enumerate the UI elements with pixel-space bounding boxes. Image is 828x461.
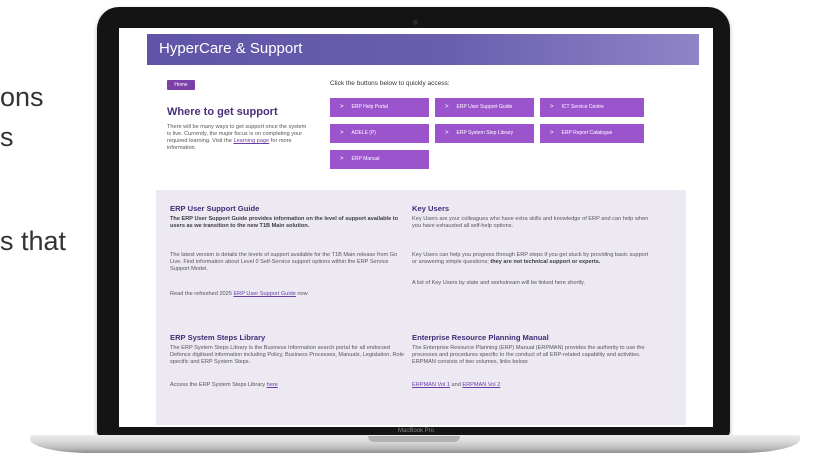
quick-button-label: ERP User Support Guide: [456, 104, 513, 110]
quick-button-erp-manual[interactable]: > ERP Manual: [330, 150, 429, 169]
key-users-list-note: A list of Key Users by state and workstr…: [412, 280, 586, 286]
key-users-disclaimer: they are not technical support or expert…: [490, 259, 601, 265]
quick-button-label: ERP Help Portal: [351, 104, 388, 110]
chevron-right-icon: >: [340, 156, 344, 162]
quick-access-intro: Click the buttons below to quickly acces…: [330, 80, 450, 87]
quick-button-erp-help-portal[interactable]: > ERP Help Portal: [330, 98, 429, 117]
quick-button-label: ERP Manual: [351, 156, 380, 162]
quick-button-adele[interactable]: > ADELE (P): [330, 124, 429, 143]
page-banner: HyperCare & Support: [147, 34, 699, 65]
quick-button-ict-service-centre[interactable]: > ICT Service Centre: [540, 98, 644, 117]
quick-button-report-catalogue[interactable]: > ERP Report Catalogue: [540, 124, 644, 143]
home-button[interactable]: Home: [167, 80, 195, 90]
user-support-guide-link[interactable]: ERP User Support Guide: [233, 291, 295, 297]
manual-body: The Enterprise Resource Planning (ERP) M…: [412, 345, 645, 365]
laptop-screen: HyperCare & Support Home Click the butto…: [119, 28, 713, 427]
quick-button-label: ADELE (P): [351, 130, 376, 136]
quick-button-label: ICT Service Centre: [561, 104, 604, 110]
steps-library-heading: ERP System Steps Library: [170, 333, 266, 342]
device-brand-label: MacBook Pro: [398, 428, 435, 434]
manual-links: ERPMAN Vol 1 and ERPMAN Vol 2: [412, 382, 652, 389]
quick-button-user-support-guide[interactable]: > ERP User Support Guide: [435, 98, 534, 117]
chevron-right-icon: >: [445, 130, 449, 136]
where-support-heading: Where to get support: [167, 106, 278, 118]
steps-library-body: The ERP System Steps Library is the Busi…: [170, 345, 405, 365]
laptop-notch: [368, 436, 460, 442]
steps-library-access: Access the ERP System Steps Library here: [170, 382, 408, 389]
info-panel: ERP User Support Guide The ERP User Supp…: [156, 190, 686, 425]
user-guide-heading: ERP User Support Guide: [170, 204, 260, 213]
key-users-heading: Key Users: [412, 204, 450, 213]
user-guide-details: The latest version is details the levels…: [170, 252, 398, 272]
read-suffix: now: [295, 291, 308, 297]
where-support-text: There will be many ways to get support o…: [167, 124, 309, 152]
steps-library-link[interactable]: here: [267, 382, 278, 388]
chevron-right-icon: >: [445, 104, 449, 110]
quick-button-system-step-library[interactable]: > ERP System Step Library: [435, 124, 534, 143]
key-users-help: Key Users can help you progress through …: [412, 252, 652, 266]
page-title: HyperCare & Support: [159, 40, 303, 57]
background-text-1: ons: [0, 82, 44, 112]
learning-page-link[interactable]: Learning page: [233, 138, 269, 144]
manual-links-and: and: [449, 382, 463, 388]
background-text-3: s that: [0, 226, 67, 256]
chevron-right-icon: >: [340, 104, 344, 110]
steps-access-prefix: Access the ERP System Steps Library: [170, 382, 267, 388]
key-users-lead: Key Users are your colleagues who have e…: [412, 216, 649, 229]
erpman-vol1-link[interactable]: ERPMAN Vol 1: [412, 382, 450, 388]
chevron-right-icon: >: [550, 104, 554, 110]
chevron-right-icon: >: [550, 130, 554, 136]
background-text-2: s: [0, 122, 14, 152]
quick-button-label: ERP Report Catalogue: [561, 130, 613, 136]
chevron-right-icon: >: [340, 130, 344, 136]
user-guide-read-line: Read the refreshed 2025 ERP User Support…: [170, 291, 408, 298]
erpman-vol2-link[interactable]: ERPMAN Vol 2: [462, 382, 500, 388]
camera-icon: [413, 20, 418, 25]
read-prefix: Read the refreshed 2025: [170, 291, 234, 297]
quick-button-label: ERP System Step Library: [456, 130, 514, 136]
manual-heading: Enterprise Resource Planning Manual: [412, 333, 549, 342]
user-guide-lead: The ERP User Support Guide provides info…: [170, 216, 399, 229]
